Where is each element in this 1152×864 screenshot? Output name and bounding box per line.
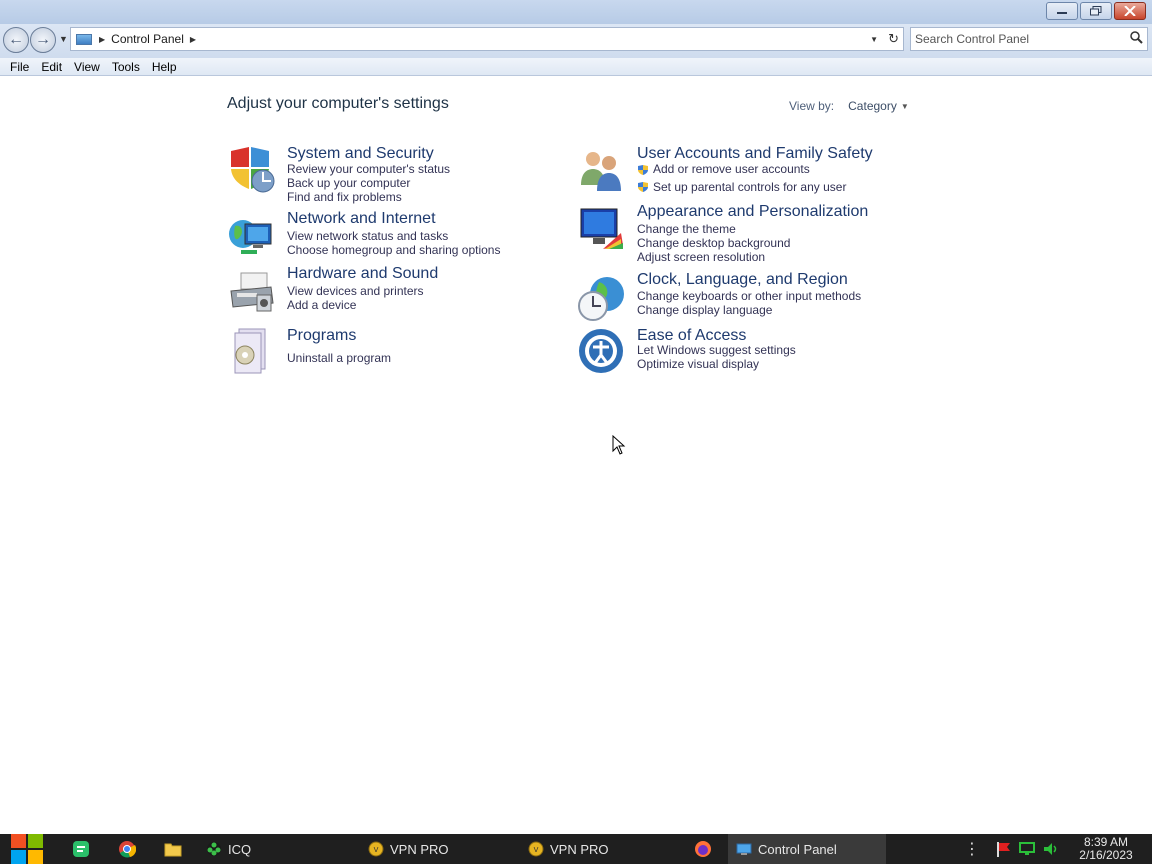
address-dropdown-icon[interactable]: ▼ [870,35,878,44]
taskbar-app-label: VPN PRO [390,841,449,857]
menu-file[interactable]: File [4,60,35,74]
start-button[interactable] [10,834,44,864]
recent-pages-dropdown[interactable]: ▼ [59,34,68,44]
menu-bar: File Edit View Tools Help [0,58,1152,76]
chrome-icon[interactable] [116,838,138,860]
taskbar-app-vpn-pro[interactable]: V VPN PRO [520,834,678,864]
category-title[interactable]: Programs [287,327,356,345]
category-link[interactable]: Add or remove user accounts [653,162,810,176]
taskbar-app-icq[interactable]: ICQ [198,834,356,864]
mouse-cursor-icon [612,435,626,455]
category-link[interactable]: View devices and printers [287,284,424,298]
category-link[interactable]: Add a device [287,298,356,312]
category-title[interactable]: Clock, Language, and Region [637,271,848,289]
address-bar[interactable]: ▶ Control Panel ▶ ▼ ↻ [70,27,904,51]
window-controls [1046,2,1146,20]
uac-shield-icon [638,165,648,175]
category-link[interactable]: Find and fix problems [287,190,402,204]
category-link[interactable]: Optimize visual display [637,357,759,371]
clock-date: 2/16/2023 [1079,848,1133,862]
breadcrumb-control-panel[interactable]: Control Panel [111,32,184,46]
search-icon[interactable] [1130,31,1143,47]
restore-icon [1090,6,1102,16]
forward-arrow-icon: → [35,31,51,48]
overflow-menu-icon[interactable]: ⋮ [964,839,980,859]
category-link[interactable]: Change desktop background [637,236,790,250]
programs-icon[interactable] [227,327,275,375]
breadcrumb-chevron-icon[interactable]: ▶ [190,35,196,44]
ease-of-access-icon[interactable] [577,327,625,375]
forward-button[interactable]: → [30,27,56,53]
category-link[interactable]: Back up your computer [287,176,410,190]
volume-icon[interactable] [1042,841,1060,857]
system-tray: ⋮ 8:39 AM 2/16/2023 [964,834,1152,864]
refresh-icon[interactable]: ↻ [888,31,899,47]
category-link[interactable]: View network status and tasks [287,229,448,243]
menu-tools[interactable]: Tools [106,60,146,74]
view-by: View by: Category ▼ [789,99,909,113]
network-tray-icon[interactable] [1018,841,1036,857]
control-panel-icon [736,843,752,855]
category-title[interactable]: Appearance and Personalization [637,203,868,221]
clock-globe-icon[interactable] [577,274,625,322]
chat-app-icon[interactable] [70,838,92,860]
category-link[interactable]: Change display language [637,303,772,317]
breadcrumb-separator-icon[interactable]: ▶ [99,35,105,44]
taskbar-app-label: ICQ [228,841,252,857]
printer-icon[interactable] [227,267,275,315]
network-icon[interactable] [227,212,275,260]
shield-icon[interactable] [227,145,275,193]
vpn-icon: V [368,841,384,857]
minimize-icon [1057,12,1067,14]
monitor-paint-icon[interactable] [577,205,625,253]
taskbar-app-control-panel[interactable]: Control Panel [728,834,886,864]
flag-icon[interactable] [994,841,1012,857]
users-icon[interactable] [577,145,625,193]
category-link[interactable]: Change keyboards or other input methods [637,289,861,303]
category-title[interactable]: User Accounts and Family Safety [637,145,873,163]
chevron-down-icon[interactable]: ▼ [901,102,909,111]
svg-text:V: V [374,846,379,854]
category-title[interactable]: System and Security [287,145,434,163]
taskbar: ICQ V VPN PRO V VPN PRO Control Panel ⋮ … [0,834,1152,864]
close-icon [1124,6,1136,16]
category-title[interactable]: Hardware and Sound [287,265,438,283]
category-link[interactable]: Adjust screen resolution [637,250,765,264]
file-explorer-icon[interactable] [162,838,184,860]
menu-help[interactable]: Help [146,60,183,74]
taskbar-app-label: Control Panel [758,841,837,857]
title-bar [0,0,1152,24]
menu-view[interactable]: View [68,60,106,74]
search-box[interactable] [910,27,1148,51]
view-by-label: View by: [789,99,835,113]
back-arrow-icon: ← [8,31,24,48]
search-input[interactable] [915,32,1125,46]
view-by-dropdown[interactable]: Category [848,99,897,113]
close-button[interactable] [1114,2,1146,20]
back-button[interactable]: ← [3,27,29,53]
taskbar-app-label: VPN PRO [550,841,609,857]
restore-button[interactable] [1080,2,1112,20]
menu-edit[interactable]: Edit [35,60,68,74]
page-title: Adjust your computer's settings [227,95,449,112]
icq-icon [207,842,221,856]
clock[interactable]: 8:39 AM 2/16/2023 [1070,836,1142,862]
category-link[interactable]: Set up parental controls for any user [653,180,846,194]
category-link[interactable]: Choose homegroup and sharing options [287,243,500,257]
firefox-icon[interactable] [692,838,714,860]
vpn-icon: V [528,841,544,857]
uac-shield-icon [638,182,648,192]
category-link[interactable]: Review your computer's status [287,162,450,176]
minimize-button[interactable] [1046,2,1078,20]
category-link[interactable]: Let Windows suggest settings [637,343,796,357]
control-panel-icon [76,33,92,45]
svg-text:V: V [534,846,539,854]
navigation-bar: ← → ▼ ▶ Control Panel ▶ ▼ ↻ [0,24,1152,58]
taskbar-app-vpn-pro[interactable]: V VPN PRO [360,834,518,864]
category-link[interactable]: Uninstall a program [287,351,391,365]
category-title[interactable]: Network and Internet [287,210,436,228]
category-link[interactable]: Change the theme [637,222,736,236]
